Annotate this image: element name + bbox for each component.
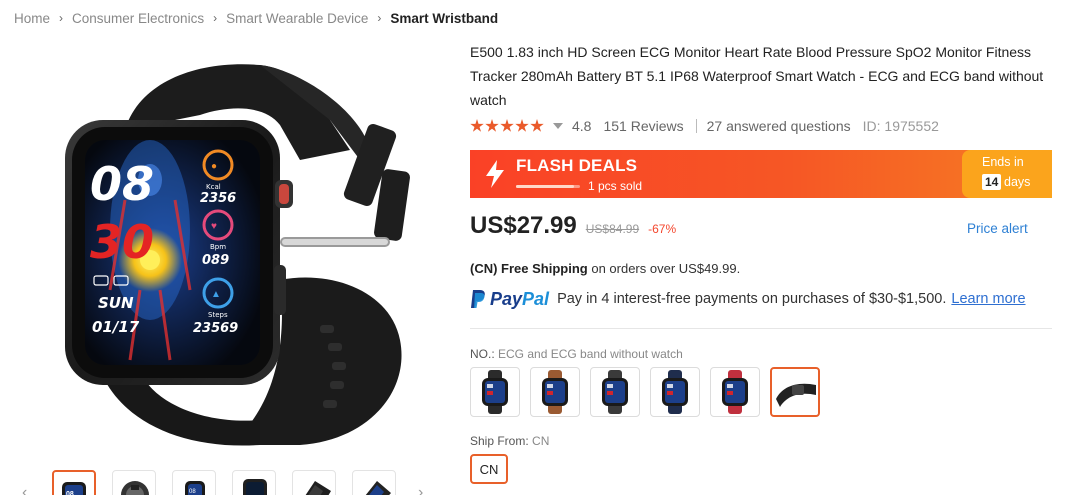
star-icon bbox=[530, 119, 544, 132]
paypal-icon bbox=[471, 290, 485, 308]
shipping-condition: on orders over US$49.99. bbox=[591, 261, 741, 276]
chevron-right-icon: › bbox=[377, 11, 382, 25]
star-icon bbox=[470, 119, 484, 132]
star-icon bbox=[485, 119, 499, 132]
thumbnail-2[interactable] bbox=[112, 470, 156, 495]
divider bbox=[695, 119, 697, 133]
chevron-right-icon: › bbox=[213, 11, 218, 25]
watch-kcal-label: Kcal bbox=[206, 183, 221, 191]
variant-label: NO.: ECG and ECG band without watch bbox=[470, 347, 683, 361]
svg-text:●: ● bbox=[211, 161, 217, 172]
product-id: ID: 1975552 bbox=[862, 118, 939, 134]
discount-badge: -67% bbox=[648, 222, 677, 236]
paypal-text: Pay in 4 interest-free payments on purch… bbox=[557, 291, 947, 307]
svg-text:♥: ♥ bbox=[211, 221, 217, 232]
reviews-link[interactable]: 151 Reviews bbox=[603, 118, 683, 134]
rating-row: 4.8 151 Reviews 27 answered questions ID… bbox=[470, 117, 951, 135]
star-icon bbox=[515, 119, 529, 132]
paypal-row: PayPal Pay in 4 interest-free payments o… bbox=[470, 288, 1026, 310]
paypal-brand-pay: Pay bbox=[490, 288, 523, 309]
learn-more-link[interactable]: Learn more bbox=[951, 291, 1025, 307]
days-remaining: 14 bbox=[982, 174, 1002, 190]
svg-text:08: 08 bbox=[66, 491, 74, 495]
sold-progress-bar bbox=[516, 185, 580, 188]
variant-selected-value: ECG and ECG band without watch bbox=[498, 347, 683, 361]
price-alert-link[interactable]: Price alert bbox=[967, 221, 1028, 236]
watch-kcal: 2356 bbox=[200, 191, 236, 206]
svg-text:▲: ▲ bbox=[211, 289, 221, 300]
chevron-right-icon[interactable]: › bbox=[418, 484, 423, 495]
ship-from-key: Ship From: bbox=[470, 434, 529, 448]
product-title: E500 1.83 inch HD Screen ECG Monitor Hea… bbox=[470, 44, 1044, 108]
variant-swatch-4[interactable] bbox=[650, 367, 700, 417]
free-shipping-label: (CN) Free Shipping bbox=[470, 261, 588, 276]
lightning-icon bbox=[486, 160, 504, 188]
days-label: days bbox=[1004, 175, 1031, 189]
variant-swatch-5[interactable] bbox=[710, 367, 760, 417]
svg-text:08: 08 bbox=[189, 489, 196, 495]
breadcrumb: Home › Consumer Electronics › Smart Wear… bbox=[14, 9, 498, 27]
current-price: US$27.99 bbox=[470, 212, 577, 239]
sold-count: 1 pcs sold bbox=[588, 179, 643, 193]
breadcrumb-consumer-electronics[interactable]: Consumer Electronics bbox=[72, 11, 204, 26]
thumbnail-strip: ‹ 08 08 › bbox=[20, 468, 440, 495]
chevron-left-icon[interactable]: ‹ bbox=[22, 484, 27, 495]
star-icon bbox=[500, 119, 514, 132]
watch-bpm-label: Bpm bbox=[210, 243, 226, 251]
breadcrumb-smart-wearable-device[interactable]: Smart Wearable Device bbox=[226, 11, 368, 26]
paypal-brand-pal: Pal bbox=[522, 288, 550, 309]
star-rating bbox=[470, 119, 545, 133]
variant-swatch-3[interactable] bbox=[590, 367, 640, 417]
thumbnail-5[interactable] bbox=[292, 470, 336, 495]
flash-deals-title: FLASH DEALS bbox=[516, 156, 638, 175]
paypal-logo: PayPal bbox=[470, 289, 549, 310]
ship-from-option-cn[interactable]: CN bbox=[470, 454, 508, 484]
ends-in-label: Ends in bbox=[982, 155, 1024, 169]
watch-bpm: 089 bbox=[202, 253, 229, 268]
price-row: US$27.99 US$84.99 -67% bbox=[470, 212, 676, 242]
thumbnail-6[interactable] bbox=[352, 470, 396, 495]
deal-countdown: Ends in 14 days bbox=[962, 150, 1052, 198]
thumbnail-4[interactable] bbox=[232, 470, 276, 495]
divider bbox=[470, 328, 1052, 329]
thumbnail-3[interactable]: 08 bbox=[172, 470, 216, 495]
shipping-info: (CN) Free Shipping on orders over US$49.… bbox=[470, 261, 740, 276]
thumbnail-1[interactable]: 08 bbox=[52, 470, 96, 495]
variant-swatch-2[interactable] bbox=[530, 367, 580, 417]
watch-hour: 08 bbox=[90, 157, 154, 211]
questions-link[interactable]: 27 answered questions bbox=[707, 118, 851, 134]
rating-dropdown-icon[interactable] bbox=[553, 123, 563, 129]
watch-steps: 23569 bbox=[193, 321, 238, 336]
breadcrumb-home[interactable]: Home bbox=[14, 11, 50, 26]
chevron-right-icon: › bbox=[59, 11, 64, 25]
watch-date: 01/17 bbox=[92, 318, 140, 336]
rating-value: 4.8 bbox=[572, 118, 592, 134]
flash-deals-banner: FLASH DEALS 1 pcs sold Ends in 14 days bbox=[470, 150, 1052, 198]
watch-day: SUN bbox=[98, 294, 134, 312]
ship-from-selected: CN bbox=[532, 434, 550, 448]
watch-steps-label: Steps bbox=[208, 311, 228, 319]
ship-from-label: Ship From: CN bbox=[470, 434, 549, 448]
variant-swatch-6[interactable] bbox=[770, 367, 820, 417]
variant-swatch-1[interactable] bbox=[470, 367, 520, 417]
variant-label-key: NO.: bbox=[470, 347, 495, 361]
original-price: US$84.99 bbox=[585, 222, 640, 236]
watch-minute: 30 bbox=[90, 215, 154, 269]
breadcrumb-current: Smart Wristband bbox=[390, 10, 499, 26]
main-product-image[interactable]: 08 30 ● Kcal 2356 ♥ Bpm 089 ▲ Steps 2356… bbox=[30, 40, 440, 460]
